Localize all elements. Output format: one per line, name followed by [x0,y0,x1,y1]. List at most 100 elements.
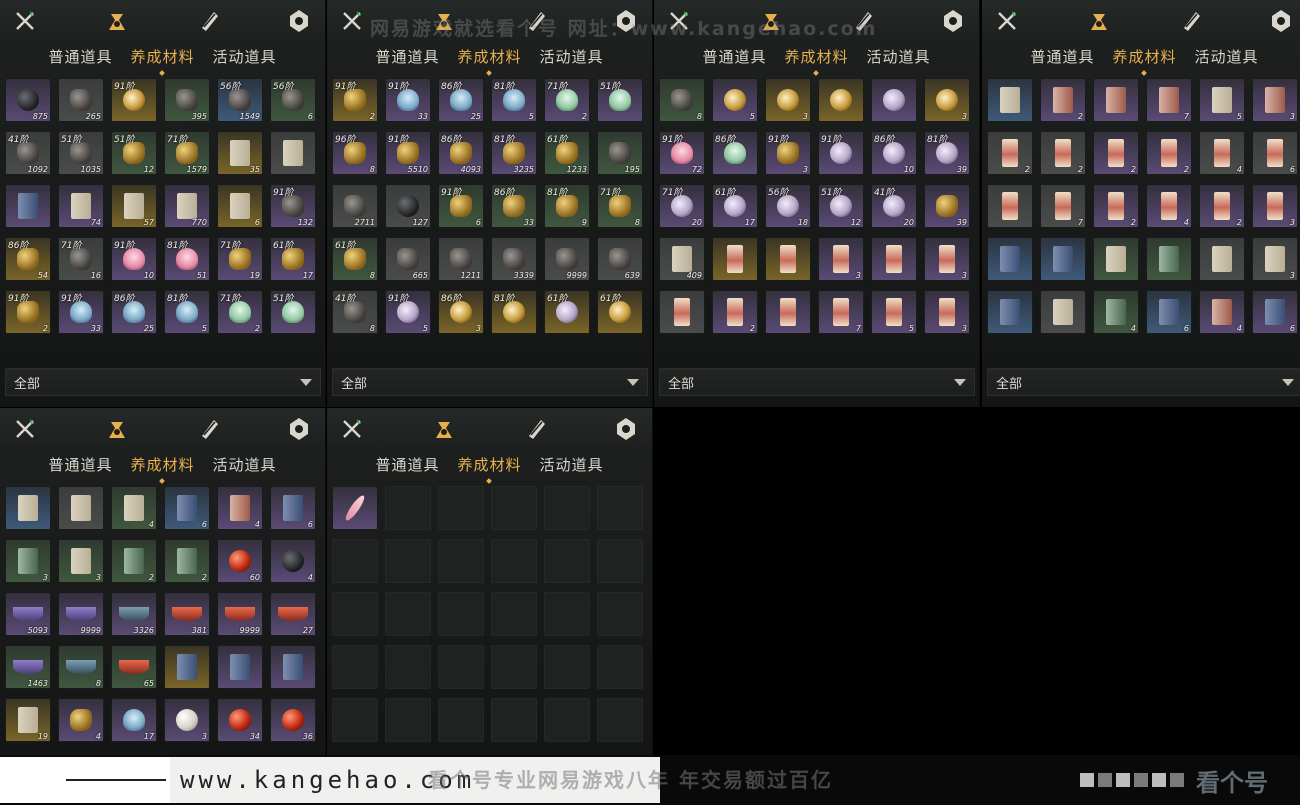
tab-normal-items[interactable]: 普通道具 [702,44,766,72]
item-slot[interactable] [1040,237,1086,281]
item-slot[interactable] [712,237,758,281]
item-slot[interactable]: 2 [111,539,157,583]
scroll-icon[interactable] [196,8,222,34]
item-slot[interactable]: 36 [270,698,316,742]
item-slot[interactable]: 2711 [332,184,378,228]
item-slot[interactable] [491,486,537,530]
item-slot[interactable]: 71阶 19 [217,237,263,281]
item-slot[interactable]: 6 [1146,290,1192,334]
item-slot[interactable]: 5 [1199,78,1245,122]
item-slot[interactable]: 6 [270,486,316,530]
item-slot[interactable]: 4 [217,486,263,530]
item-slot[interactable]: 39 [924,184,970,228]
item-slot[interactable] [438,539,484,583]
item-slot[interactable]: 71阶 16 [58,237,104,281]
item-slot[interactable]: 265 [58,78,104,122]
item-slot[interactable]: 86阶 33 [491,184,537,228]
item-slot[interactable]: 3 [924,78,970,122]
item-slot[interactable]: 5093 [5,592,51,636]
item-slot[interactable]: 2 [1093,131,1139,175]
tab-growth-materials[interactable]: 养成材料 [130,44,194,72]
item-slot[interactable] [217,645,263,689]
item-slot[interactable]: 381 [164,592,210,636]
item-slot[interactable]: 86阶 4093 [438,131,484,175]
item-slot[interactable]: 3 [164,698,210,742]
item-slot[interactable] [544,645,590,689]
item-slot[interactable]: 6 [1252,131,1298,175]
item-slot[interactable] [491,592,537,636]
item-slot[interactable] [270,131,316,175]
item-slot[interactable] [270,645,316,689]
item-slot[interactable] [659,290,705,334]
tab-growth-materials[interactable]: 养成材料 [784,44,848,72]
item-slot[interactable]: 91阶 10 [111,237,157,281]
item-slot[interactable]: 60 [217,539,263,583]
item-slot[interactable]: 41阶 20 [871,184,917,228]
item-slot[interactable]: 71阶 20 [659,184,705,228]
item-slot[interactable]: 409 [659,237,705,281]
tools-icon[interactable] [339,416,365,442]
item-slot[interactable] [332,698,378,742]
item-slot[interactable]: 4 [58,698,104,742]
item-slot[interactable]: 91阶 5510 [385,131,431,175]
item-slot[interactable] [385,698,431,742]
item-slot[interactable]: 91阶 2 [5,290,51,334]
tab-normal-items[interactable]: 普通道具 [1030,44,1094,72]
item-slot[interactable] [597,645,643,689]
tab-event-items[interactable]: 活动道具 [213,44,277,72]
item-slot[interactable] [491,698,537,742]
item-slot[interactable]: 91阶 [111,78,157,122]
tab-event-items[interactable]: 活动道具 [867,44,931,72]
item-slot[interactable] [597,698,643,742]
item-slot[interactable] [597,539,643,583]
item-slot[interactable] [818,78,864,122]
item-slot[interactable] [1093,78,1139,122]
item-slot[interactable]: 56阶 6 [270,78,316,122]
tab-normal-items[interactable]: 普通道具 [48,44,112,72]
item-slot[interactable]: 91阶 33 [385,78,431,122]
item-slot[interactable] [491,539,537,583]
item-slot[interactable] [765,237,811,281]
item-slot[interactable]: 71阶 2 [544,78,590,122]
item-slot[interactable]: 86阶 3 [438,290,484,334]
item-slot[interactable]: 4 [270,539,316,583]
item-slot[interactable]: 4 [1199,131,1245,175]
item-slot[interactable]: 7 [1040,184,1086,228]
item-slot[interactable] [332,592,378,636]
item-slot[interactable]: 4 [1093,290,1139,334]
item-slot[interactable]: 81阶 51 [164,237,210,281]
item-slot[interactable]: 91阶 72 [659,131,705,175]
item-slot[interactable]: 4 [111,486,157,530]
item-slot[interactable]: 3 [1252,237,1298,281]
item-slot[interactable]: 81阶 5 [491,78,537,122]
item-slot[interactable]: 41阶 8 [332,290,378,334]
item-slot[interactable] [1199,237,1245,281]
item-slot[interactable]: 875 [5,78,51,122]
item-slot[interactable]: 195 [597,131,643,175]
item-slot[interactable] [491,645,537,689]
item-slot[interactable] [438,698,484,742]
gem-icon[interactable] [613,416,639,442]
item-slot[interactable] [385,486,431,530]
item-slot[interactable]: 7 [1146,78,1192,122]
item-slot[interactable]: 35 [217,131,263,175]
gem-icon[interactable] [940,8,966,34]
item-slot[interactable]: 3 [818,237,864,281]
item-slot[interactable] [1040,290,1086,334]
scroll-icon[interactable] [196,416,222,442]
gem-icon[interactable] [286,416,312,442]
item-slot[interactable]: 56阶 1549 [217,78,263,122]
item-slot[interactable]: 86阶 [712,131,758,175]
item-slot[interactable] [385,539,431,583]
tab-event-items[interactable]: 活动道具 [540,452,604,480]
item-slot[interactable] [1093,237,1139,281]
item-slot[interactable] [765,290,811,334]
item-slot[interactable] [332,486,378,530]
item-slot[interactable]: 61阶 1233 [544,131,590,175]
tools-icon[interactable] [12,416,38,442]
item-slot[interactable]: 91阶 132 [270,184,316,228]
item-slot[interactable]: 81阶 3235 [491,131,537,175]
item-slot[interactable]: 2 [1040,78,1086,122]
item-slot[interactable]: 51阶 [597,78,643,122]
item-slot[interactable]: 61阶 [544,290,590,334]
